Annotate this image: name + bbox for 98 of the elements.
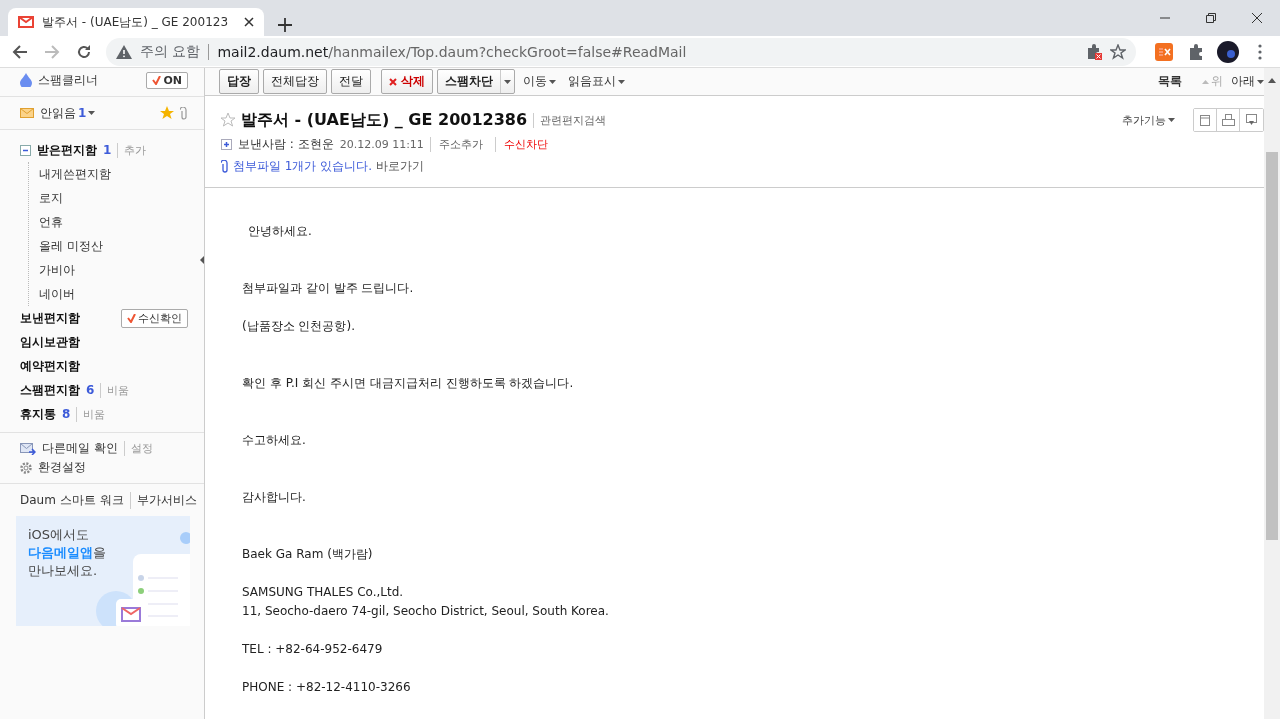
- browser-tab[interactable]: 발주서 - (UAE남도) _ GE 200123: [8, 8, 264, 36]
- spam-cleaner-label: 스팸클리너: [38, 71, 98, 89]
- folder-item[interactable]: 보낸편지함: [20, 309, 80, 327]
- service-link[interactable]: 부가서비스: [129, 491, 197, 509]
- nav-button[interactable]: 목록: [1158, 73, 1182, 90]
- body-text: (납품장소 인천공항).: [242, 318, 356, 335]
- security-warning[interactable]: 주의 요함: [140, 42, 201, 61]
- caret-icon: [618, 79, 625, 84]
- collapse-icon[interactable]: [20, 144, 31, 156]
- extension-icon[interactable]: [1155, 42, 1173, 61]
- reload-icon[interactable]: [76, 43, 92, 60]
- star-icon[interactable]: [160, 106, 174, 120]
- settings-link[interactable]: 환경설정: [38, 459, 86, 476]
- star-icon[interactable]: [221, 113, 235, 127]
- service-link[interactable]: Daum 스마트 워크: [20, 491, 124, 509]
- nav-button[interactable]: 아래: [1231, 73, 1264, 90]
- more-functions-menu[interactable]: 추가기능: [1116, 111, 1181, 129]
- paperclip-icon[interactable]: [180, 106, 188, 120]
- goto-link[interactable]: 바로가기: [376, 158, 425, 175]
- body-text: 수고하세요.: [242, 432, 307, 449]
- scroll-up-icon[interactable]: [1268, 78, 1276, 83]
- paperclip-icon: [221, 160, 229, 173]
- toolbar-button[interactable]: 전달: [331, 69, 371, 94]
- read-receipt-button[interactable]: 수신확인: [121, 308, 188, 328]
- body-text: TEL : +82-64-952-6479: [242, 641, 384, 658]
- body-text: 첨부파일과 같이 발주 드립니다.: [242, 280, 415, 297]
- check-icon: [152, 75, 162, 85]
- delete-button[interactable]: 삭제: [381, 69, 433, 94]
- toolbar-menu[interactable]: 이동: [519, 73, 560, 90]
- restore-icon[interactable]: [1206, 13, 1216, 23]
- caret-icon: [1257, 79, 1264, 84]
- close-icon: [389, 77, 397, 86]
- folder-item[interactable]: 내게쓴편지함: [39, 165, 111, 183]
- folder-item[interactable]: 가비아: [39, 261, 75, 279]
- window-icon[interactable]: [1198, 114, 1212, 126]
- folder-item[interactable]: 임시보관함: [20, 333, 80, 351]
- envelope-icon: [20, 108, 34, 118]
- body-text: SAMSUNG THALES Co.,Ltd.: [242, 584, 405, 601]
- body-text: Baek Ga Ram (백가람): [242, 546, 374, 563]
- dropdown-button[interactable]: [500, 70, 514, 93]
- block-sender-link[interactable]: 수신차단: [494, 137, 548, 152]
- toggle-button[interactable]: ON: [146, 71, 188, 89]
- folder-item[interactable]: 스팸편지함: [20, 381, 80, 399]
- collapse-handle-icon[interactable]: [200, 256, 204, 264]
- unread-filter[interactable]: 안읽음 1: [40, 104, 96, 122]
- tab-title: 발주서 - (UAE남도) _ GE 200123: [42, 13, 230, 31]
- attachment-info: 첨부파일 1개가 있습니다.: [233, 158, 373, 175]
- body-text: 안녕하세요.: [248, 223, 313, 240]
- url-text[interactable]: mail2.daum.net/hanmailex/Top.daum?checkGroot=false#ReadMail: [217, 43, 687, 60]
- folder-item[interactable]: 네이버: [39, 285, 75, 303]
- banner-text: 다음메일앱을: [28, 544, 106, 562]
- folder-item[interactable]: 언휴: [39, 213, 63, 231]
- folder-item[interactable]: 받은편지함: [37, 141, 97, 159]
- body-text: 11, Seocho-daero 74-gil, Seocho District, Seoul, South Korea.: [242, 603, 610, 620]
- body-text: PHONE : +82-12-4110-3266: [242, 679, 412, 696]
- close-icon[interactable]: [1252, 13, 1262, 23]
- star-icon[interactable]: [1110, 43, 1126, 60]
- folder-count: 6: [86, 383, 95, 397]
- body-text: 감사합니다.: [242, 489, 307, 506]
- expand-icon[interactable]: [221, 139, 232, 150]
- mail-icon: [18, 16, 34, 28]
- gear-icon: [20, 461, 32, 474]
- sender-name: 보낸사람 : 조현운: [238, 136, 334, 153]
- add-address-link[interactable]: 주소추가: [429, 137, 483, 152]
- folder-item[interactable]: 휴지통: [20, 405, 56, 423]
- menu-icon[interactable]: [1258, 42, 1262, 61]
- folder-item[interactable]: 로지: [39, 189, 63, 207]
- caret-icon: [1168, 118, 1175, 122]
- related-search-link[interactable]: 관련편지검색: [533, 112, 607, 128]
- print-icon[interactable]: [1221, 114, 1235, 126]
- extension-blocked-icon[interactable]: [1086, 43, 1102, 60]
- folder-item[interactable]: 예약편지함: [20, 357, 80, 375]
- banner-text: iOS에서도: [28, 526, 91, 544]
- folder-count: 8: [62, 407, 71, 421]
- body-text: 확인 후 P.I 회신 주시면 대금지급처리 진행하도록 하겠습니다.: [242, 375, 575, 392]
- new-tab-icon[interactable]: [278, 18, 292, 32]
- caret-icon: [88, 111, 96, 115]
- warning-icon: [116, 44, 132, 59]
- avatar-icon[interactable]: [1217, 40, 1239, 63]
- puzzle-icon[interactable]: [1188, 43, 1204, 60]
- folder-item[interactable]: 올레 미정산: [39, 237, 103, 255]
- close-icon[interactable]: [244, 17, 254, 27]
- caret-icon: [549, 79, 556, 84]
- caret-up-icon: [1202, 79, 1209, 84]
- folder-count: 1: [103, 143, 112, 157]
- promo-banner[interactable]: iOS에서도 다음메일앱을 만나보세요.: [16, 516, 190, 626]
- banner-text: 만나보세요.: [28, 562, 99, 580]
- toolbar-button[interactable]: 전체답장: [263, 69, 327, 94]
- mail-subject: 발주서 - (UAE남도) _ GE 20012386: [241, 109, 528, 131]
- mail-date: 20.12.09 11:11: [339, 138, 424, 151]
- back-icon[interactable]: [12, 43, 28, 60]
- other-mail-link[interactable]: 다른메일 확인: [42, 440, 118, 457]
- toolbar-menu[interactable]: 읽음표시: [564, 73, 629, 90]
- scrollbar-thumb[interactable]: [1266, 152, 1278, 540]
- drop-icon: [20, 73, 32, 87]
- check-icon: [127, 313, 136, 323]
- caret-icon: [504, 79, 511, 84]
- toolbar-button[interactable]: 답장: [219, 69, 259, 94]
